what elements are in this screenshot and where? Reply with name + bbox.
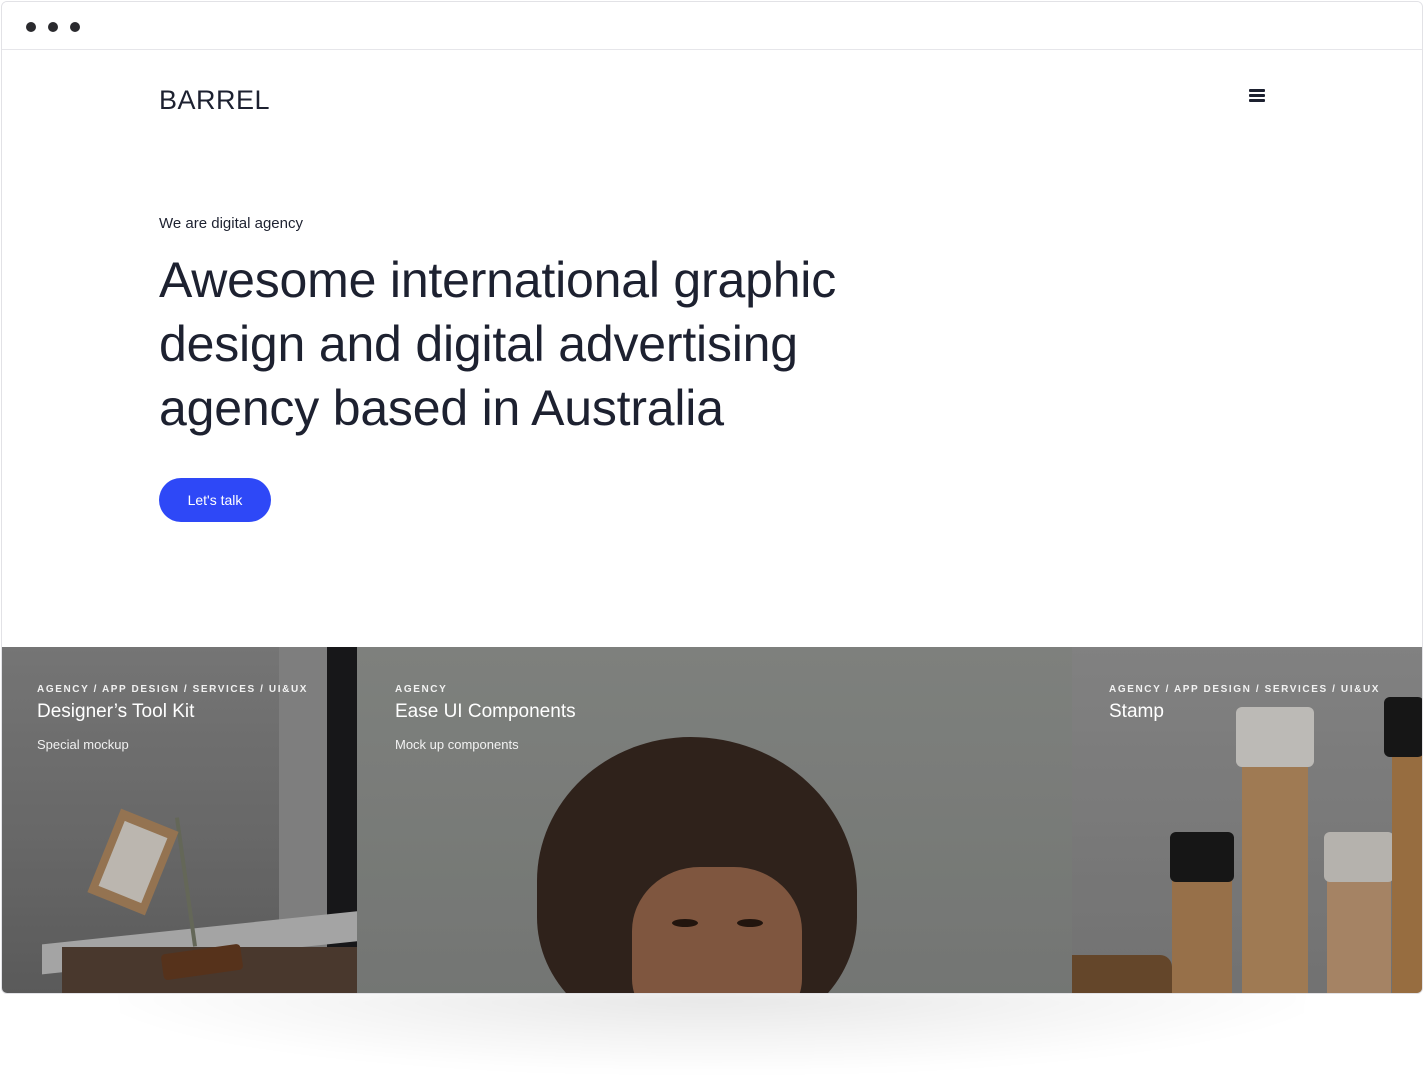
headline-line: design and digital advertising: [159, 316, 798, 372]
card-title[interactable]: Designer’s Tool Kit: [37, 701, 308, 723]
site-header: BARREL: [159, 82, 1265, 118]
portfolio-card-stamp[interactable]: AGENCY / APP DESIGN / SERVICES / UI&UX S…: [1072, 647, 1422, 993]
card-caption: AGENCY / APP DESIGN / SERVICES / UI&UX S…: [1109, 684, 1380, 723]
hero-eyebrow: We are digital agency: [159, 215, 303, 232]
window-dot-icon[interactable]: [26, 22, 36, 32]
window-dot-icon[interactable]: [70, 22, 80, 32]
headline-line: agency based in Australia: [159, 380, 724, 436]
card-subtitle: Special mockup: [37, 737, 129, 752]
hero-section: We are digital agency Awesome internatio…: [159, 215, 919, 522]
window-dot-icon[interactable]: [48, 22, 58, 32]
portfolio-card-ease-ui-components[interactable]: AGENCY Ease UI Components Mock up compon…: [357, 647, 1072, 993]
lets-talk-button[interactable]: Let's talk: [159, 478, 271, 522]
card-tags: AGENCY: [395, 684, 448, 695]
hero-headline: Awesome international graphic design and…: [159, 248, 919, 440]
window-shadow: [120, 990, 1304, 1070]
card-subtitle: Mock up components: [395, 737, 519, 752]
card-caption: AGENCY Ease UI Components Mock up compon…: [395, 684, 576, 752]
site-logo[interactable]: BARREL: [159, 85, 270, 116]
hamburger-menu-icon[interactable]: [1249, 89, 1265, 105]
headline-line: Awesome international graphic: [159, 252, 837, 308]
card-title[interactable]: Stamp: [1109, 701, 1380, 723]
portfolio-gallery: AGENCY / APP DESIGN / SERVICES / UI&UX D…: [2, 647, 1422, 993]
window-controls: [26, 22, 80, 32]
portfolio-card-designers-tool-kit[interactable]: AGENCY / APP DESIGN / SERVICES / UI&UX D…: [2, 647, 357, 993]
card-tags: AGENCY / APP DESIGN / SERVICES / UI&UX: [1109, 684, 1381, 695]
card-title[interactable]: Ease UI Components: [395, 701, 576, 723]
browser-window: BARREL We are digital agency Awesome int…: [1, 1, 1423, 994]
card-caption: AGENCY / APP DESIGN / SERVICES / UI&UX D…: [37, 684, 308, 752]
window-titlebar: [2, 2, 1422, 50]
card-tags: AGENCY / APP DESIGN / SERVICES / UI&UX: [37, 684, 309, 695]
